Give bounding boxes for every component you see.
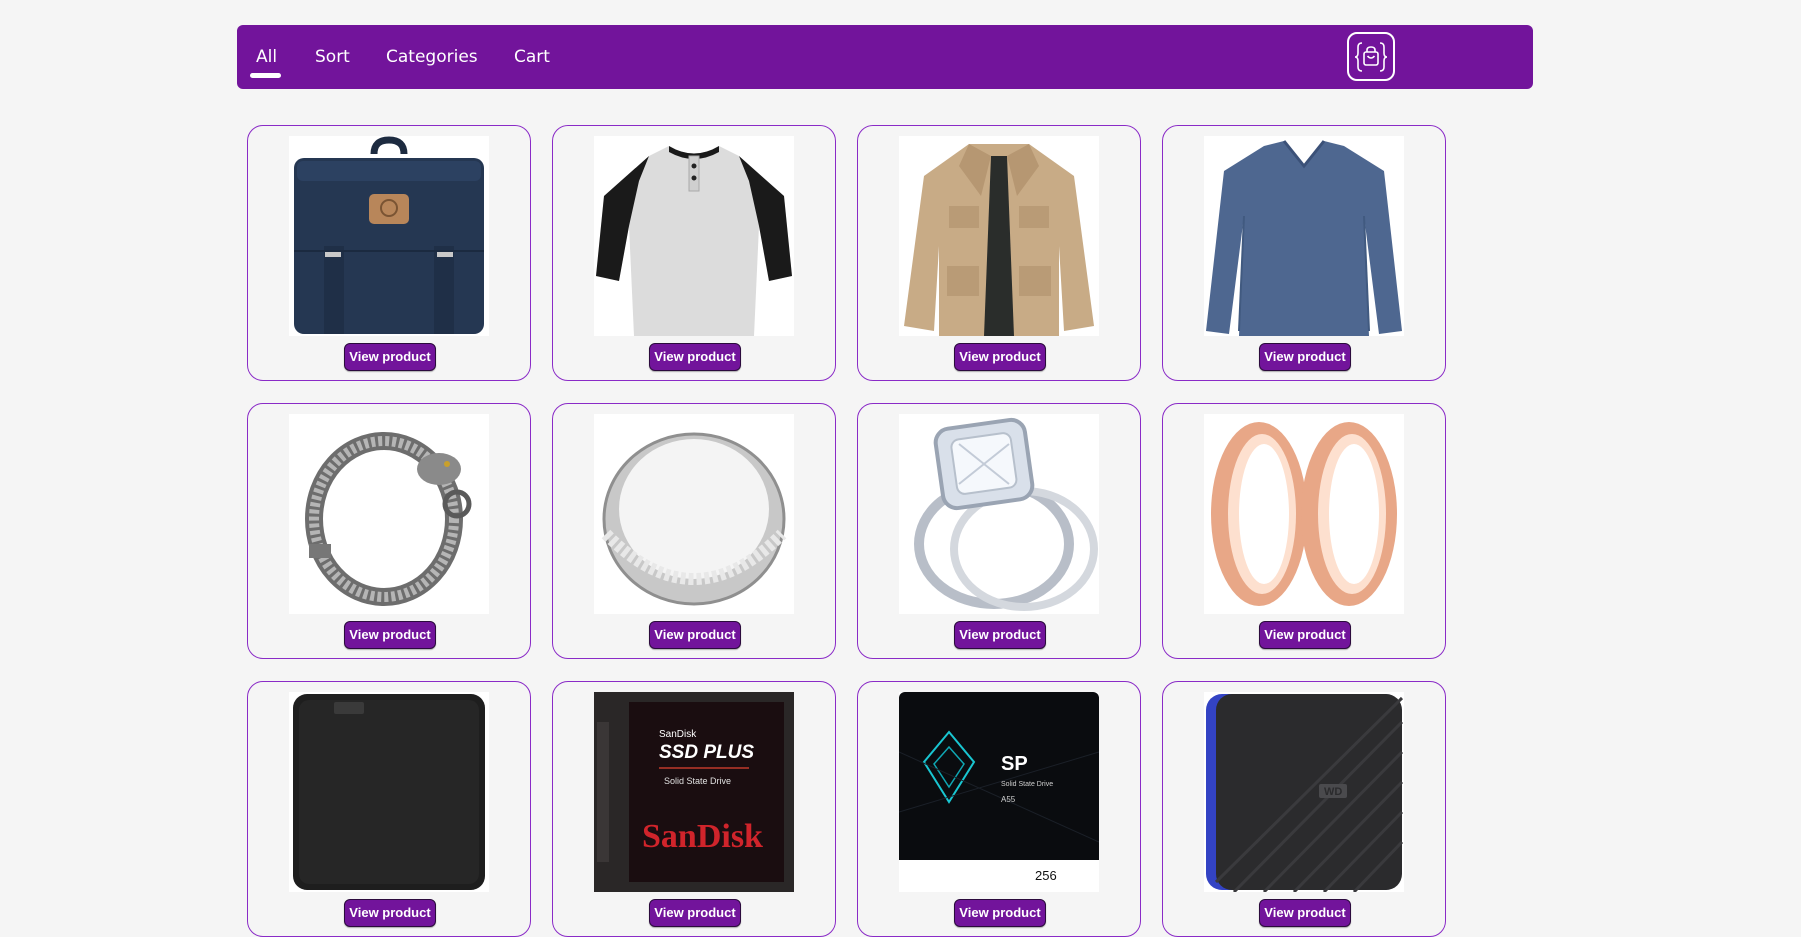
product-image-sp-ssd[interactable]: SP Solid State Drive A55 256 — [899, 692, 1099, 892]
view-product-button[interactable]: View product — [344, 621, 436, 649]
capacity-text: 256 — [1035, 868, 1057, 883]
tab-cart[interactable]: Cart — [514, 25, 550, 89]
product-image-diamond-ring[interactable] — [899, 414, 1099, 614]
view-product-button[interactable]: View product — [954, 621, 1046, 649]
product-card: View product — [857, 403, 1141, 659]
tab-categories[interactable]: Categories — [386, 25, 478, 89]
view-product-button[interactable]: View product — [954, 343, 1046, 371]
shopping-bag-icon — [1354, 41, 1388, 72]
product-card: View product — [552, 403, 836, 659]
tab-all[interactable]: All — [256, 25, 277, 89]
product-image-jacket[interactable] — [899, 136, 1099, 336]
product-image-wd-gaming-drive[interactable]: WD — [1204, 692, 1404, 892]
product-card: View product — [552, 125, 836, 381]
product-image-sandisk-ssd[interactable]: SanDisk SSD PLUS Solid State Drive SanDi… — [594, 692, 794, 892]
view-product-button[interactable]: View product — [954, 899, 1046, 927]
drive-sub-text: Solid State Drive — [664, 776, 731, 786]
view-product-button[interactable]: View product — [649, 621, 741, 649]
wd-logo: WD — [1324, 786, 1342, 798]
sandisk-logo: SanDisk — [642, 818, 763, 855]
sp-logo: SP — [1001, 753, 1028, 775]
product-card: View product — [1162, 125, 1446, 381]
product-image-ear-tunnels[interactable] — [1204, 414, 1404, 614]
product-image-raglan-shirt[interactable] — [594, 136, 794, 336]
active-tab-indicator — [250, 73, 281, 78]
drive-line-text: Solid State Drive — [1001, 781, 1053, 788]
product-card: View product — [247, 403, 531, 659]
view-product-button[interactable]: View product — [344, 343, 436, 371]
view-product-button[interactable]: View product — [344, 899, 436, 927]
product-card: View product — [1162, 403, 1446, 659]
view-product-button[interactable]: View product — [1259, 343, 1351, 371]
product-image-bracelet[interactable] — [289, 414, 489, 614]
product-card: SP Solid State Drive A55 256 View produc… — [857, 681, 1141, 937]
top-nav-bar: All Sort Categories Cart — [237, 25, 1533, 89]
view-product-button[interactable]: View product — [1259, 621, 1351, 649]
product-card: View product — [857, 125, 1141, 381]
product-card: SanDisk SSD PLUS Solid State Drive SanDi… — [552, 681, 836, 937]
product-image-long-sleeve-shirt[interactable] — [1204, 136, 1404, 336]
view-product-button[interactable]: View product — [649, 899, 741, 927]
cart-button[interactable] — [1347, 32, 1395, 81]
view-product-button[interactable]: View product — [1259, 899, 1351, 927]
product-card: View product — [247, 681, 531, 937]
product-card: WD View product — [1162, 681, 1446, 937]
view-product-button[interactable]: View product — [649, 343, 741, 371]
drive-model-text: SSD PLUS — [659, 742, 754, 763]
product-card: View product — [247, 125, 531, 381]
drive-model-text: A55 — [1001, 795, 1016, 804]
product-image-wd-hard-drive[interactable] — [289, 692, 489, 892]
product-image-silver-ring[interactable] — [594, 414, 794, 614]
tab-sort[interactable]: Sort — [315, 25, 350, 89]
product-image-backpack[interactable] — [289, 136, 489, 336]
drive-brand-text: SanDisk — [659, 729, 697, 740]
